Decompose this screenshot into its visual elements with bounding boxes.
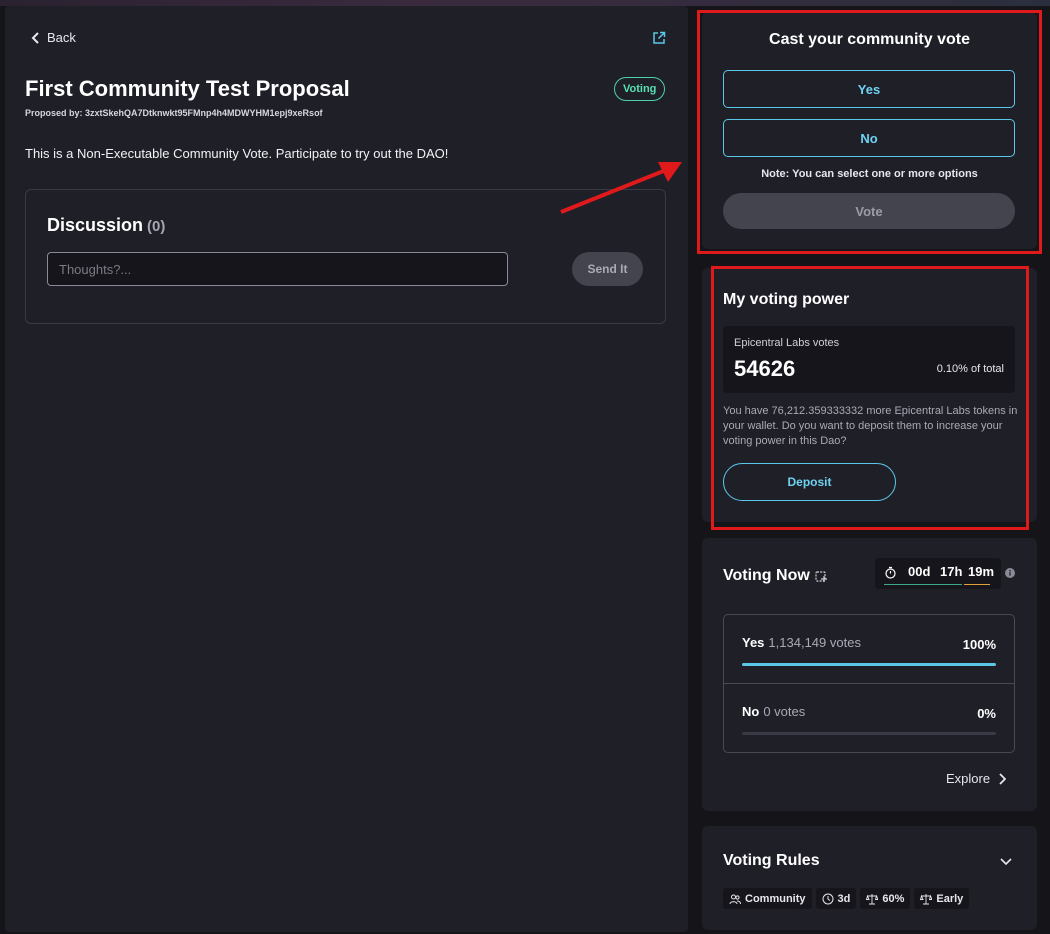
result-votes-no: 0 votes bbox=[763, 704, 806, 719]
result-percent-yes: 100% bbox=[962, 637, 996, 652]
cast-vote-heading: Cast your community vote bbox=[769, 31, 970, 48]
timer-minutes: 19m bbox=[968, 564, 995, 579]
scale-icon bbox=[866, 893, 879, 904]
chevron-down-icon[interactable] bbox=[1000, 856, 1012, 866]
voting-power-card: My voting power Epicentral Labs votes 54… bbox=[702, 268, 1037, 522]
rule-chip-community: Community bbox=[723, 888, 812, 909]
wallet-deposit-text: You have 76,212.359333332 more Epicentra… bbox=[723, 405, 1018, 447]
result-row-no: No 0 votes 0% bbox=[724, 684, 1014, 753]
add-calendar-icon[interactable] bbox=[815, 570, 828, 583]
result-bar-no bbox=[742, 732, 996, 735]
page-title: First Community Test Proposal bbox=[25, 76, 350, 101]
voting-now-card: Voting Now 00d 17h 19m Yes 1,134,149 vote… bbox=[702, 538, 1037, 811]
countdown-timer: 00d 17h 19m bbox=[875, 558, 1001, 589]
discussion-heading: Discussion bbox=[47, 215, 144, 235]
proposal-description: This is a Non-Executable Community Vote.… bbox=[25, 146, 449, 161]
deposit-button[interactable]: Deposit bbox=[723, 463, 896, 501]
chevron-right-icon bbox=[999, 772, 1007, 785]
timer-hours: 17h bbox=[940, 564, 963, 579]
result-bar-fill-yes bbox=[742, 663, 996, 666]
voting-rules-chips: Community 3d 60% Early bbox=[723, 888, 970, 909]
result-row-yes: Yes 1,134,149 votes 100% bbox=[724, 615, 1014, 684]
vote-note: Note: You can select one or more options bbox=[761, 168, 978, 180]
discussion-title: Discussion (0) bbox=[47, 215, 165, 236]
cast-vote-card: Cast your community vote Yes No Note: Yo… bbox=[702, 12, 1037, 249]
voting-rules-card: Voting Rules Community 3d 60% Early bbox=[702, 826, 1037, 930]
voting-now-heading: Voting Now bbox=[723, 567, 810, 584]
status-badge: Voting bbox=[614, 77, 666, 101]
voting-power-value: 54626 bbox=[734, 356, 796, 381]
result-option: Yes 1,134,149 votes bbox=[742, 635, 861, 650]
timer-progress-elapsed bbox=[884, 584, 962, 585]
discussion-section: Discussion(0) Send It bbox=[25, 189, 666, 324]
vote-option-no[interactable]: No bbox=[723, 119, 1015, 157]
voting-now-title: Voting Now bbox=[723, 567, 828, 585]
result-bar-yes bbox=[742, 663, 996, 666]
chevron-left-icon bbox=[31, 31, 39, 44]
result-name-yes: Yes bbox=[742, 635, 765, 650]
voting-power-percent: 0.10% of total bbox=[936, 363, 1004, 375]
result-option: No 0 votes bbox=[742, 704, 805, 719]
discussion-input[interactable] bbox=[47, 252, 508, 286]
external-link-icon[interactable] bbox=[652, 31, 666, 45]
vote-button[interactable]: Vote bbox=[723, 193, 1015, 229]
voting-rules-heading: Voting Rules bbox=[723, 852, 820, 869]
proposed-by: Proposed by: 3zxtSkehQA7Dtknwkt95FMnp4h4… bbox=[25, 108, 323, 118]
discussion-count: (0) bbox=[147, 218, 166, 235]
info-icon[interactable] bbox=[1005, 568, 1015, 578]
voting-power-box: Epicentral Labs votes 54626 0.10% of tot… bbox=[723, 326, 1015, 393]
voting-power-heading: My voting power bbox=[723, 291, 850, 308]
send-button[interactable]: Send It bbox=[572, 252, 643, 286]
timer-progress-remaining bbox=[964, 584, 990, 585]
voting-power-label: Epicentral Labs votes bbox=[734, 337, 840, 349]
explore-label: Explore bbox=[946, 771, 991, 786]
result-percent-no: 0% bbox=[977, 706, 996, 721]
rule-chip-label: Early bbox=[936, 892, 964, 905]
rule-chip-label: Community bbox=[745, 892, 806, 905]
explore-link[interactable]: Explore bbox=[946, 771, 1007, 786]
vote-results: Yes 1,134,149 votes 100% No 0 votes 0% bbox=[723, 614, 1015, 753]
result-name-no: No bbox=[742, 704, 760, 719]
users-icon bbox=[729, 894, 741, 904]
rule-chip-early: Early bbox=[914, 888, 970, 909]
back-label: Back bbox=[47, 30, 76, 45]
stopwatch-icon bbox=[885, 566, 896, 579]
timer-days: 00d bbox=[908, 564, 931, 579]
rule-chip-duration: 3d bbox=[815, 888, 857, 909]
proposal-panel: Back First Community Test Proposal Votin… bbox=[5, 6, 688, 932]
rule-chip-quorum: 60% bbox=[860, 888, 911, 909]
vote-option-yes[interactable]: Yes bbox=[723, 70, 1015, 108]
clock-icon bbox=[822, 893, 833, 904]
back-button[interactable]: Back bbox=[31, 30, 76, 45]
rule-chip-label: 3d bbox=[837, 892, 851, 905]
scale-icon bbox=[920, 893, 933, 904]
result-votes-yes: 1,134,149 votes bbox=[768, 635, 861, 650]
rule-chip-label: 60% bbox=[882, 892, 905, 905]
